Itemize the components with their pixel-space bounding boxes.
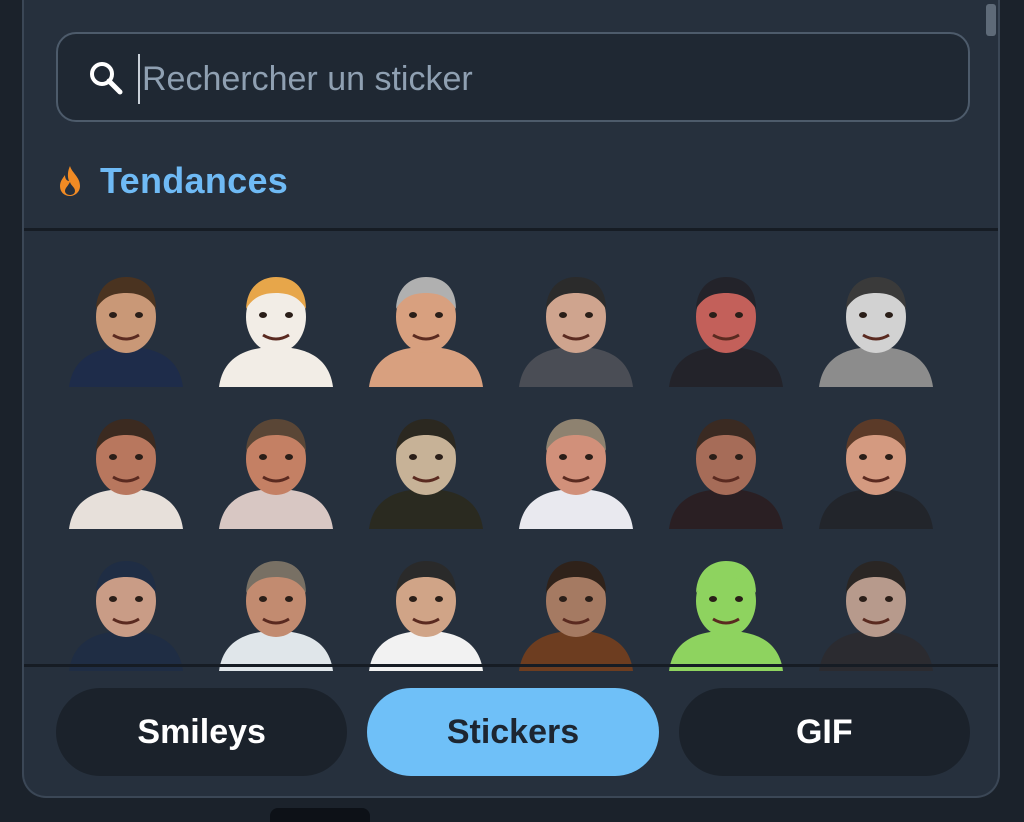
sticker-image	[69, 561, 183, 671]
sticker-man-red-glasses[interactable]	[806, 404, 946, 534]
sticker-laughing-mustache-man[interactable]	[56, 404, 196, 534]
sticker-image	[69, 277, 183, 387]
sticker-man-pointing-jersey[interactable]	[56, 262, 196, 392]
sticker-image	[369, 561, 483, 671]
sticker-man-big-glasses[interactable]	[506, 404, 646, 534]
tab-stickers[interactable]: Stickers	[367, 688, 659, 776]
sticker-image	[519, 419, 633, 529]
search-bar[interactable]	[56, 32, 970, 122]
section-title: Tendances	[100, 160, 289, 201]
sticker-shirtless-man[interactable]	[356, 262, 496, 392]
sticker-image	[369, 419, 483, 529]
sticker-image	[819, 419, 933, 529]
picker-tabs: Smileys Stickers GIF	[56, 688, 970, 776]
sticker-beanie-facepalm[interactable]	[56, 546, 196, 676]
background-element	[270, 808, 370, 822]
sticker-picker-panel: Tendances Smileys Stickers GIF	[22, 0, 1000, 798]
sticker-image	[669, 419, 783, 529]
divider	[24, 228, 998, 231]
sticker-officer-cap[interactable]	[506, 262, 646, 392]
sticker-image	[669, 561, 783, 671]
sticker-man-with-notepad[interactable]	[656, 404, 796, 534]
sticker-image	[819, 561, 933, 671]
sticker-dog-french-flag[interactable]	[206, 262, 346, 392]
sticker-shouting-man[interactable]	[356, 546, 496, 676]
sticker-image	[219, 419, 333, 529]
sticker-image	[219, 277, 333, 387]
sticker-man-hands-on-face[interactable]	[506, 546, 646, 676]
search-input[interactable]	[138, 54, 944, 104]
sticker-raised-arm[interactable]	[656, 262, 796, 392]
sticker-image	[69, 419, 183, 529]
sticker-laughing-man-closeup[interactable]	[206, 404, 346, 534]
sticker-grid	[56, 262, 968, 671]
tab-smileys[interactable]: Smileys	[56, 688, 348, 776]
sticker-image	[519, 561, 633, 671]
sticker-curly-hair-man[interactable]	[356, 404, 496, 534]
fire-icon	[60, 166, 80, 196]
section-header-trending: Tendances	[56, 158, 288, 204]
sticker-image	[669, 277, 783, 387]
scrollbar[interactable]	[986, 4, 996, 36]
sticker-image	[219, 561, 333, 671]
sticker-green-alien-cat[interactable]	[656, 546, 796, 676]
search-icon	[90, 62, 123, 95]
sticker-image	[819, 277, 933, 387]
sticker-image	[369, 277, 483, 387]
sticker-small-mustache-man[interactable]	[206, 546, 346, 676]
sticker-man-heart-hands[interactable]	[806, 262, 946, 392]
sticker-smiling-man-dark[interactable]	[806, 546, 946, 676]
tab-gif[interactable]: GIF	[678, 688, 970, 776]
sticker-image	[519, 277, 633, 387]
divider	[24, 664, 998, 667]
